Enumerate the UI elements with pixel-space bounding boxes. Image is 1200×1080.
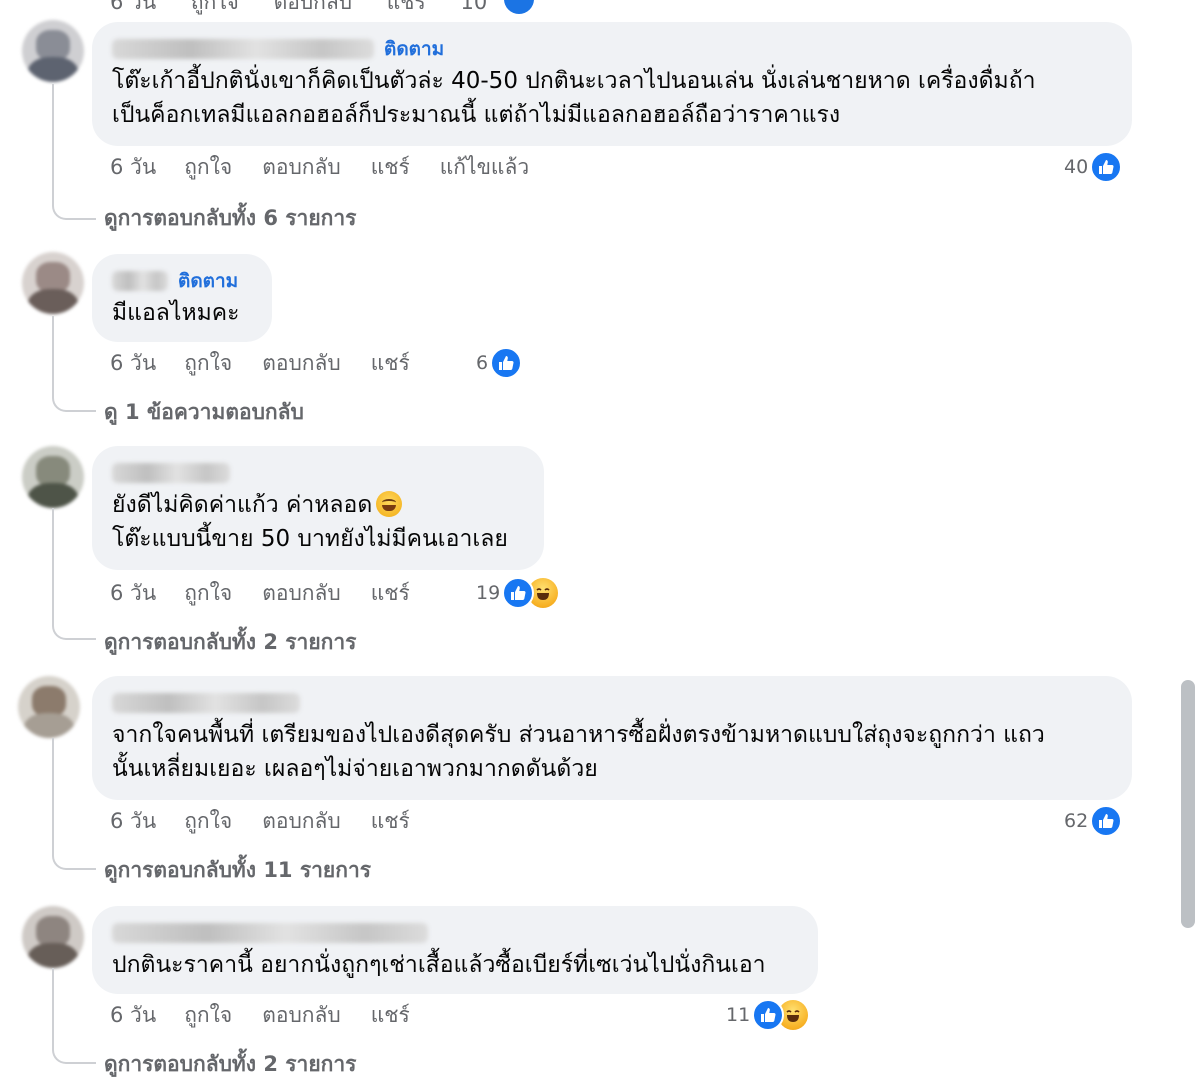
reply-thread-line bbox=[52, 508, 96, 640]
reply-thread-line bbox=[52, 968, 96, 1064]
comment-bubble: ยังดีไม่คิดค่าแก้ว ค่าหลอด โต๊ะแบบนี้ขาย… bbox=[92, 446, 544, 570]
like-action[interactable]: ถูกใจ bbox=[184, 151, 232, 184]
like-action[interactable]: ถูกใจ bbox=[191, 0, 239, 14]
avatar[interactable] bbox=[22, 446, 84, 508]
commenter-name-redacted[interactable] bbox=[112, 693, 300, 713]
comment-text: โต๊ะเก้าอี้ปกตินั่งเขาก็คิดเป็นตัวล่ะ 40… bbox=[112, 68, 1036, 94]
comment-text: เป็นค็อกเทลมีแอลกอฮอล์ก็ประมาณนี้ แต่ถ้า… bbox=[112, 102, 841, 128]
view-replies-link[interactable]: ดูการตอบกลับทั้ง 2 รายการ bbox=[104, 1048, 356, 1080]
comment-time[interactable]: 6 วัน bbox=[110, 151, 156, 184]
avatar[interactable] bbox=[22, 20, 84, 82]
view-replies-link[interactable]: ดูการตอบกลับทั้ง 6 รายการ bbox=[104, 202, 356, 235]
reply-thread-line bbox=[52, 84, 96, 220]
comment-text: ยังดีไม่คิดค่าแก้ว ค่าหลอด bbox=[112, 488, 524, 522]
like-reaction-icon bbox=[502, 577, 535, 609]
share-action[interactable]: แชร์ bbox=[371, 805, 410, 838]
reaction-summary[interactable]: 62 bbox=[1064, 805, 1123, 837]
like-action[interactable]: ถูกใจ bbox=[184, 999, 232, 1032]
like-reaction-icon bbox=[490, 347, 523, 379]
comment-text: มีแอลไหมคะ bbox=[112, 300, 240, 326]
comment-text: โต๊ะแบบนี้ขาย 50 บาทยังไม่มีคนเอาเลย bbox=[112, 526, 508, 552]
reply-action[interactable]: ตอบกลับ bbox=[262, 151, 341, 184]
like-action[interactable]: ถูกใจ bbox=[184, 805, 232, 838]
commenter-name-redacted[interactable] bbox=[112, 271, 168, 291]
commenter-name-redacted[interactable] bbox=[112, 923, 428, 943]
comment-actions: 6 วัน ถูกใจ ตอบกลับ แชร์ bbox=[110, 1000, 440, 1030]
commenter-name-redacted[interactable] bbox=[112, 39, 374, 59]
reply-action[interactable]: ตอบกลับ bbox=[262, 805, 341, 838]
comment-time[interactable]: 6 วัน bbox=[110, 0, 156, 14]
comment-time[interactable]: 6 วัน bbox=[110, 347, 156, 380]
comments-section: 6 วัน ถูกใจ ตอบกลับ แชร์ 10 ติดตาม โต๊ะเ… bbox=[0, 0, 1200, 1080]
reaction-count: 6 bbox=[476, 352, 489, 374]
share-action[interactable]: แชร์ bbox=[371, 999, 410, 1032]
follow-link[interactable]: ติดตาม bbox=[384, 34, 444, 64]
scrollbar-thumb[interactable] bbox=[1181, 680, 1195, 928]
like-action[interactable]: ถูกใจ bbox=[184, 577, 232, 610]
reply-thread-line bbox=[52, 316, 96, 412]
follow-link[interactable]: ติดตาม bbox=[178, 266, 238, 296]
reply-action[interactable]: ตอบกลับ bbox=[262, 999, 341, 1032]
comment-bubble: ติดตาม มีแอลไหมคะ bbox=[92, 254, 272, 342]
reply-action[interactable]: ตอบกลับ bbox=[262, 347, 341, 380]
share-action[interactable]: แชร์ bbox=[371, 151, 410, 184]
comment-actions: 6 วัน ถูกใจ ตอบกลับ แชร์ แก้ไขแล้ว bbox=[110, 152, 559, 182]
reaction-count: 19 bbox=[476, 582, 501, 604]
comment-time[interactable]: 6 วัน bbox=[110, 805, 156, 838]
share-action[interactable]: แชร์ bbox=[387, 0, 426, 14]
like-action[interactable]: ถูกใจ bbox=[184, 347, 232, 380]
reply-action[interactable]: ตอบกลับ bbox=[262, 577, 341, 610]
like-reaction-icon[interactable] bbox=[504, 0, 534, 14]
commenter-name-redacted[interactable] bbox=[112, 463, 230, 483]
avatar[interactable] bbox=[22, 906, 84, 968]
like-reaction-icon bbox=[752, 999, 785, 1031]
share-action[interactable]: แชร์ bbox=[371, 577, 410, 610]
comment-text: นั้นเหลี่ยมเยอะ เผลอๆไม่จ่ายเอาพวกมากดดั… bbox=[112, 756, 598, 782]
comment-actions: 6 วัน ถูกใจ ตอบกลับ แชร์ bbox=[110, 806, 440, 836]
avatar[interactable] bbox=[22, 252, 84, 314]
reaction-count[interactable]: 10 bbox=[461, 0, 488, 14]
comment-bubble: ติดตาม โต๊ะเก้าอี้ปกตินั่งเขาก็คิดเป็นตั… bbox=[92, 22, 1132, 146]
reaction-summary[interactable]: 11 bbox=[726, 999, 809, 1031]
previous-comment-actions: 6 วัน ถูกใจ ตอบกลับ แชร์ 10 bbox=[110, 0, 487, 19]
comment-text-line: ยังดีไม่คิดค่าแก้ว ค่าหลอด bbox=[112, 492, 373, 518]
reply-thread-line bbox=[52, 738, 96, 870]
share-action[interactable]: แชร์ bbox=[371, 347, 410, 380]
reaction-summary[interactable]: 40 bbox=[1064, 151, 1123, 183]
reaction-count: 40 bbox=[1064, 156, 1089, 178]
comment-time[interactable]: 6 วัน bbox=[110, 999, 156, 1032]
view-replies-link[interactable]: ดูการตอบกลับทั้ง 2 รายการ bbox=[104, 626, 356, 659]
reaction-count: 11 bbox=[726, 1004, 751, 1026]
reply-action[interactable]: ตอบกลับ bbox=[274, 0, 353, 14]
comment-actions: 6 วัน ถูกใจ ตอบกลับ แชร์ bbox=[110, 348, 440, 378]
grinning-face-emoji bbox=[376, 491, 403, 517]
edited-label[interactable]: แก้ไขแล้ว bbox=[440, 151, 529, 184]
avatar[interactable] bbox=[18, 676, 80, 738]
comment-bubble: จากใจคนพื้นที่ เตรียมของไปเองดีสุดครับ ส… bbox=[92, 676, 1132, 800]
view-replies-link[interactable]: ดู 1 ข้อความตอบกลับ bbox=[104, 396, 304, 429]
comment-actions: 6 วัน ถูกใจ ตอบกลับ แชร์ bbox=[110, 578, 440, 608]
reaction-count: 62 bbox=[1064, 810, 1089, 832]
reaction-summary[interactable]: 6 bbox=[476, 347, 523, 379]
comment-text: จากใจคนพื้นที่ เตรียมของไปเองดีสุดครับ ส… bbox=[112, 722, 1045, 748]
comment-bubble: ปกตินะราคานี้ อยากนั่งถูกๆเช่าเสื้อแล้วซ… bbox=[92, 906, 818, 994]
like-reaction-icon bbox=[1090, 805, 1123, 837]
like-reaction-icon bbox=[1090, 151, 1123, 183]
reaction-summary[interactable]: 19 bbox=[476, 577, 559, 609]
comment-time[interactable]: 6 วัน bbox=[110, 577, 156, 610]
comment-text: ปกตินะราคานี้ อยากนั่งถูกๆเช่าเสื้อแล้วซ… bbox=[112, 952, 766, 978]
view-replies-link[interactable]: ดูการตอบกลับทั้ง 11 รายการ bbox=[104, 854, 371, 887]
